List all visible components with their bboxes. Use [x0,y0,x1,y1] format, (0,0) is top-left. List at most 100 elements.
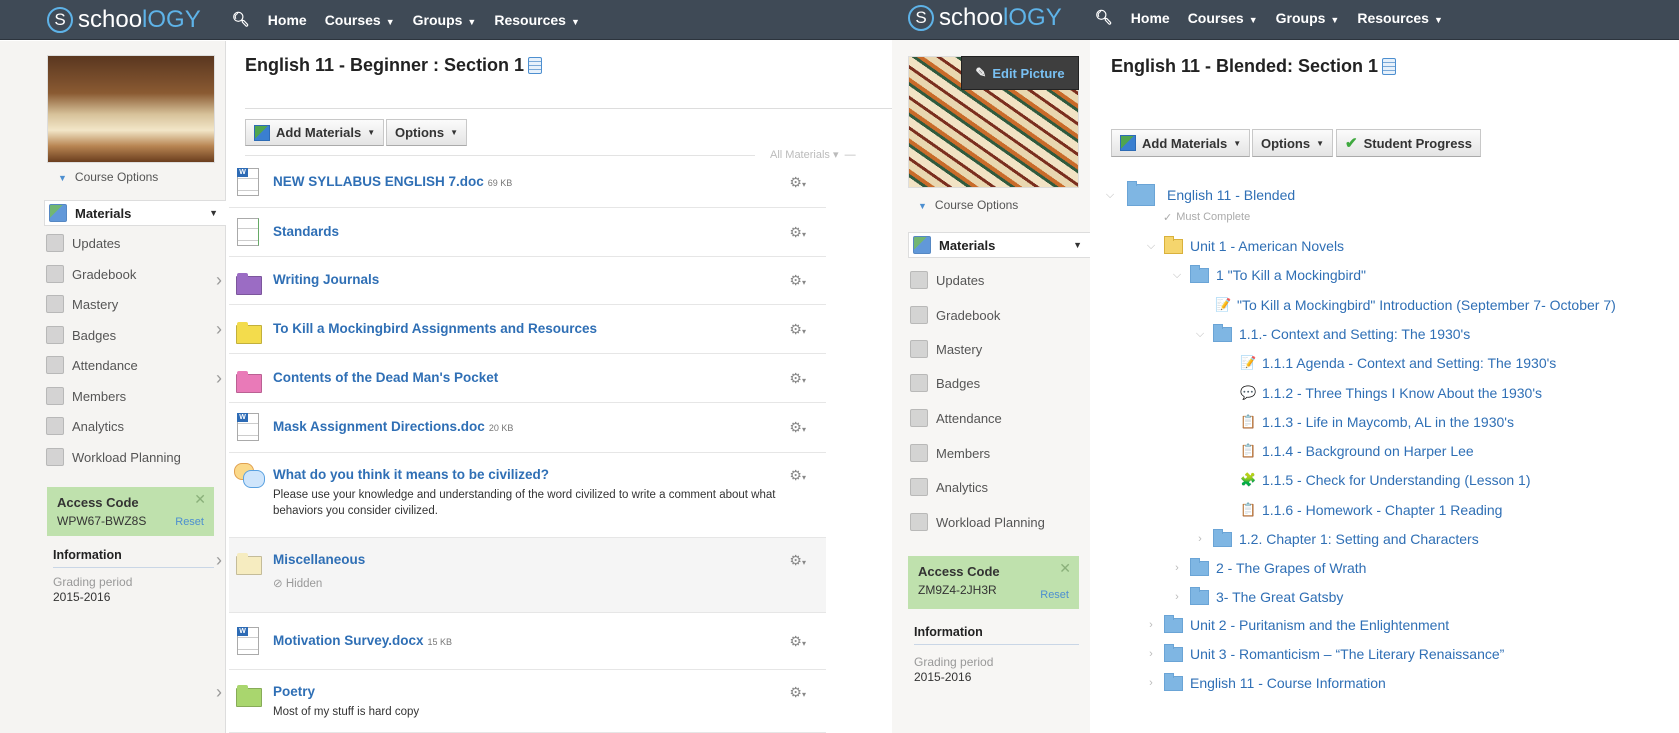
tree-item[interactable]: › Unit 3 - Romanticism – “The Literary Re… [1144,643,1504,665]
sidebar-item-updates[interactable]: Updates [908,267,1090,293]
material-title-link[interactable]: Contents of the Dead Man's Pocket [273,370,498,385]
tree-item-label[interactable]: English 11 - Course Information [1190,675,1386,691]
tree-item[interactable]: ⌵ 1 "To Kill a Mockingbird" [1170,264,1366,286]
schoology-logo[interactable]: Sschoo l OGY [47,6,201,34]
tree-item-label[interactable]: 1.1.2 - Three Things I Know About the 19… [1262,385,1542,401]
tree-item-label[interactable]: Unit 3 - Romanticism – “The Literary Ren… [1190,646,1504,662]
tree-item[interactable]: 📝 1.1.1 Agenda - Context and Setting: The… [1240,352,1556,374]
tree-item-label[interactable]: Unit 2 - Puritanism and the Enlightenmen… [1190,617,1449,633]
gear-icon[interactable]: ⚙▾ [789,419,806,436]
material-title-link[interactable]: To Kill a Mockingbird Assignments and Re… [273,321,597,336]
material-title-link[interactable]: Miscellaneous [273,552,365,567]
add-materials-button[interactable]: Add Materials ▼ [245,119,385,146]
sidebar-item-gradebook[interactable]: Gradebook [908,302,1090,328]
tree-item-label[interactable]: "To Kill a Mockingbird" Introduction (Se… [1237,297,1616,313]
gear-icon[interactable]: ⚙▾ [789,272,806,289]
sidebar-item-members[interactable]: Members [908,440,1090,466]
sidebar-item-analytics[interactable]: Analytics [44,413,226,439]
chevron-down-icon[interactable]: ⌵ [1103,189,1117,202]
tree-item[interactable]: 📋 1.1.3 - Life in Maycomb, AL in the 1930… [1240,411,1514,433]
sidebar-item-workload-planning[interactable]: Workload Planning [908,509,1090,535]
gear-icon[interactable]: ⚙▾ [789,467,806,484]
sidebar-item-badges[interactable]: Badges [908,370,1090,396]
gear-icon[interactable]: ⚙▾ [789,370,806,387]
gear-icon[interactable]: ⚙▾ [789,552,806,569]
tree-item[interactable]: 📝 "To Kill a Mockingbird" Introduction (S… [1215,294,1616,316]
chevron-right-icon[interactable]: › [1170,591,1184,603]
sidebar-item-gradebook[interactable]: Gradebook [44,261,226,287]
chevron-down-icon[interactable]: ▼ [1073,240,1082,250]
tree-item[interactable]: 📋 1.1.4 - Background on Harper Lee [1240,440,1474,462]
tree-item[interactable]: › 2 - The Grapes of Wrath [1170,557,1366,579]
course-options-toggle[interactable]: ▼ Course Options [58,170,158,184]
tree-item-label[interactable]: 3- The Great Gatsby [1216,589,1343,605]
nav-home[interactable]: Home [268,12,307,28]
sidebar-item-mastery[interactable]: Mastery [44,291,226,317]
options-button[interactable]: Options ▼ [386,119,468,146]
material-title-link[interactable]: Writing Journals [273,272,379,287]
sidebar-item-attendance[interactable]: Attendance [44,352,226,378]
gear-icon[interactable]: ⚙▾ [789,224,806,241]
tree-item-label[interactable]: 1.1.- Context and Setting: The 1930's [1239,326,1470,342]
gear-icon[interactable]: ⚙▾ [789,684,806,701]
tree-item-label[interactable]: 1.1.3 - Life in Maycomb, AL in the 1930'… [1262,414,1514,430]
tree-item[interactable]: ⌵ 1.1.- Context and Setting: The 1930's [1193,323,1470,345]
chevron-right-icon[interactable]: › [1144,648,1158,660]
nav-groups[interactable]: Groups ▼ [413,12,477,28]
expand-chevron-icon[interactable]: › [216,368,222,389]
material-title-link[interactable]: Poetry [273,684,315,699]
sidebar-item-updates[interactable]: Updates [44,230,226,256]
material-title-link[interactable]: Mask Assignment Directions.doc 20 KB [273,419,513,434]
sidebar-item-mastery[interactable]: Mastery [908,336,1090,362]
tree-item[interactable]: › Unit 2 - Puritanism and the Enlightenme… [1144,614,1449,636]
tree-item[interactable]: ⌵ English 11 - Blended [1103,181,1295,206]
chevron-down-icon[interactable]: ⌵ [1193,328,1207,341]
tree-item-label[interactable]: 1 "To Kill a Mockingbird" [1216,267,1366,283]
chevron-down-icon[interactable]: ⌵ [1144,240,1158,253]
sidebar-item-members[interactable]: Members [44,383,226,409]
tree-item-label[interactable]: 1.2. Chapter 1: Setting and Characters [1239,531,1479,547]
expand-chevron-icon[interactable]: › [216,319,222,340]
reset-link[interactable]: Reset [1040,589,1069,601]
chevron-right-icon[interactable]: › [1144,619,1158,631]
expand-chevron-icon[interactable]: › [216,270,222,291]
tree-item-label[interactable]: English 11 - Blended [1167,187,1295,203]
gear-icon[interactable]: ⚙▾ [789,321,806,338]
tree-item[interactable]: 📋 1.1.6 - Homework - Chapter 1 Reading [1240,499,1502,521]
close-icon[interactable]: ✕ [1059,560,1071,577]
tree-item[interactable]: › 3- The Great Gatsby [1170,586,1343,608]
reset-link[interactable]: Reset [175,516,204,528]
sidebar-item-materials[interactable]: Materials ▼ [908,232,1090,258]
search-icon[interactable]: 🔍︎ [232,11,250,28]
gear-icon[interactable]: ⚙▾ [789,633,806,650]
tree-item-label[interactable]: 1.1.1 Agenda - Context and Setting: The … [1262,355,1556,371]
close-icon[interactable]: ✕ [194,491,206,508]
tree-item[interactable]: ⌵ Unit 1 - American Novels [1144,235,1344,257]
chevron-down-icon[interactable]: ▼ [209,208,218,218]
tree-item-label[interactable]: 1.1.6 - Homework - Chapter 1 Reading [1262,502,1502,518]
tree-item-label[interactable]: 1.1.4 - Background on Harper Lee [1262,443,1474,459]
nav-courses[interactable]: Courses ▼ [325,12,395,28]
notebook-icon[interactable] [528,57,543,74]
nav-resources[interactable]: Resources ▼ [494,12,580,28]
chevron-down-icon[interactable]: ⌵ [1170,269,1184,282]
sidebar-item-badges[interactable]: Badges [44,322,226,348]
chevron-right-icon[interactable]: › [1170,562,1184,574]
tree-item-label[interactable]: 2 - The Grapes of Wrath [1216,560,1366,576]
sidebar-item-analytics[interactable]: Analytics [908,474,1090,500]
sidebar-item-attendance[interactable]: Attendance [908,405,1090,431]
chevron-right-icon[interactable]: › [1193,533,1207,545]
tree-item-label[interactable]: Unit 1 - American Novels [1190,238,1344,254]
sidebar-item-workload-planning[interactable]: Workload Planning [44,444,226,470]
tree-item-label[interactable]: 1.1.5 - Check for Understanding (Lesson … [1262,472,1530,488]
material-title-link[interactable]: NEW SYLLABUS ENGLISH 7.doc 69 KB [273,174,512,189]
material-title-link[interactable]: Motivation Survey.docx 15 KB [273,633,452,648]
expand-chevron-icon[interactable]: › [216,550,222,571]
gear-icon[interactable]: ⚙▾ [789,174,806,191]
chevron-right-icon[interactable]: › [1144,677,1158,689]
tree-item[interactable]: 🧩 1.1.5 - Check for Understanding (Lesson… [1240,469,1530,491]
edit-picture-button[interactable]: ✎ Edit Picture [961,56,1079,90]
sidebar-item-materials[interactable]: Materials ▼ [44,200,226,226]
course-options-toggle[interactable]: ▼ Course Options [918,198,1018,212]
tree-item[interactable]: 💬 1.1.2 - Three Things I Know About the 1… [1240,382,1542,404]
